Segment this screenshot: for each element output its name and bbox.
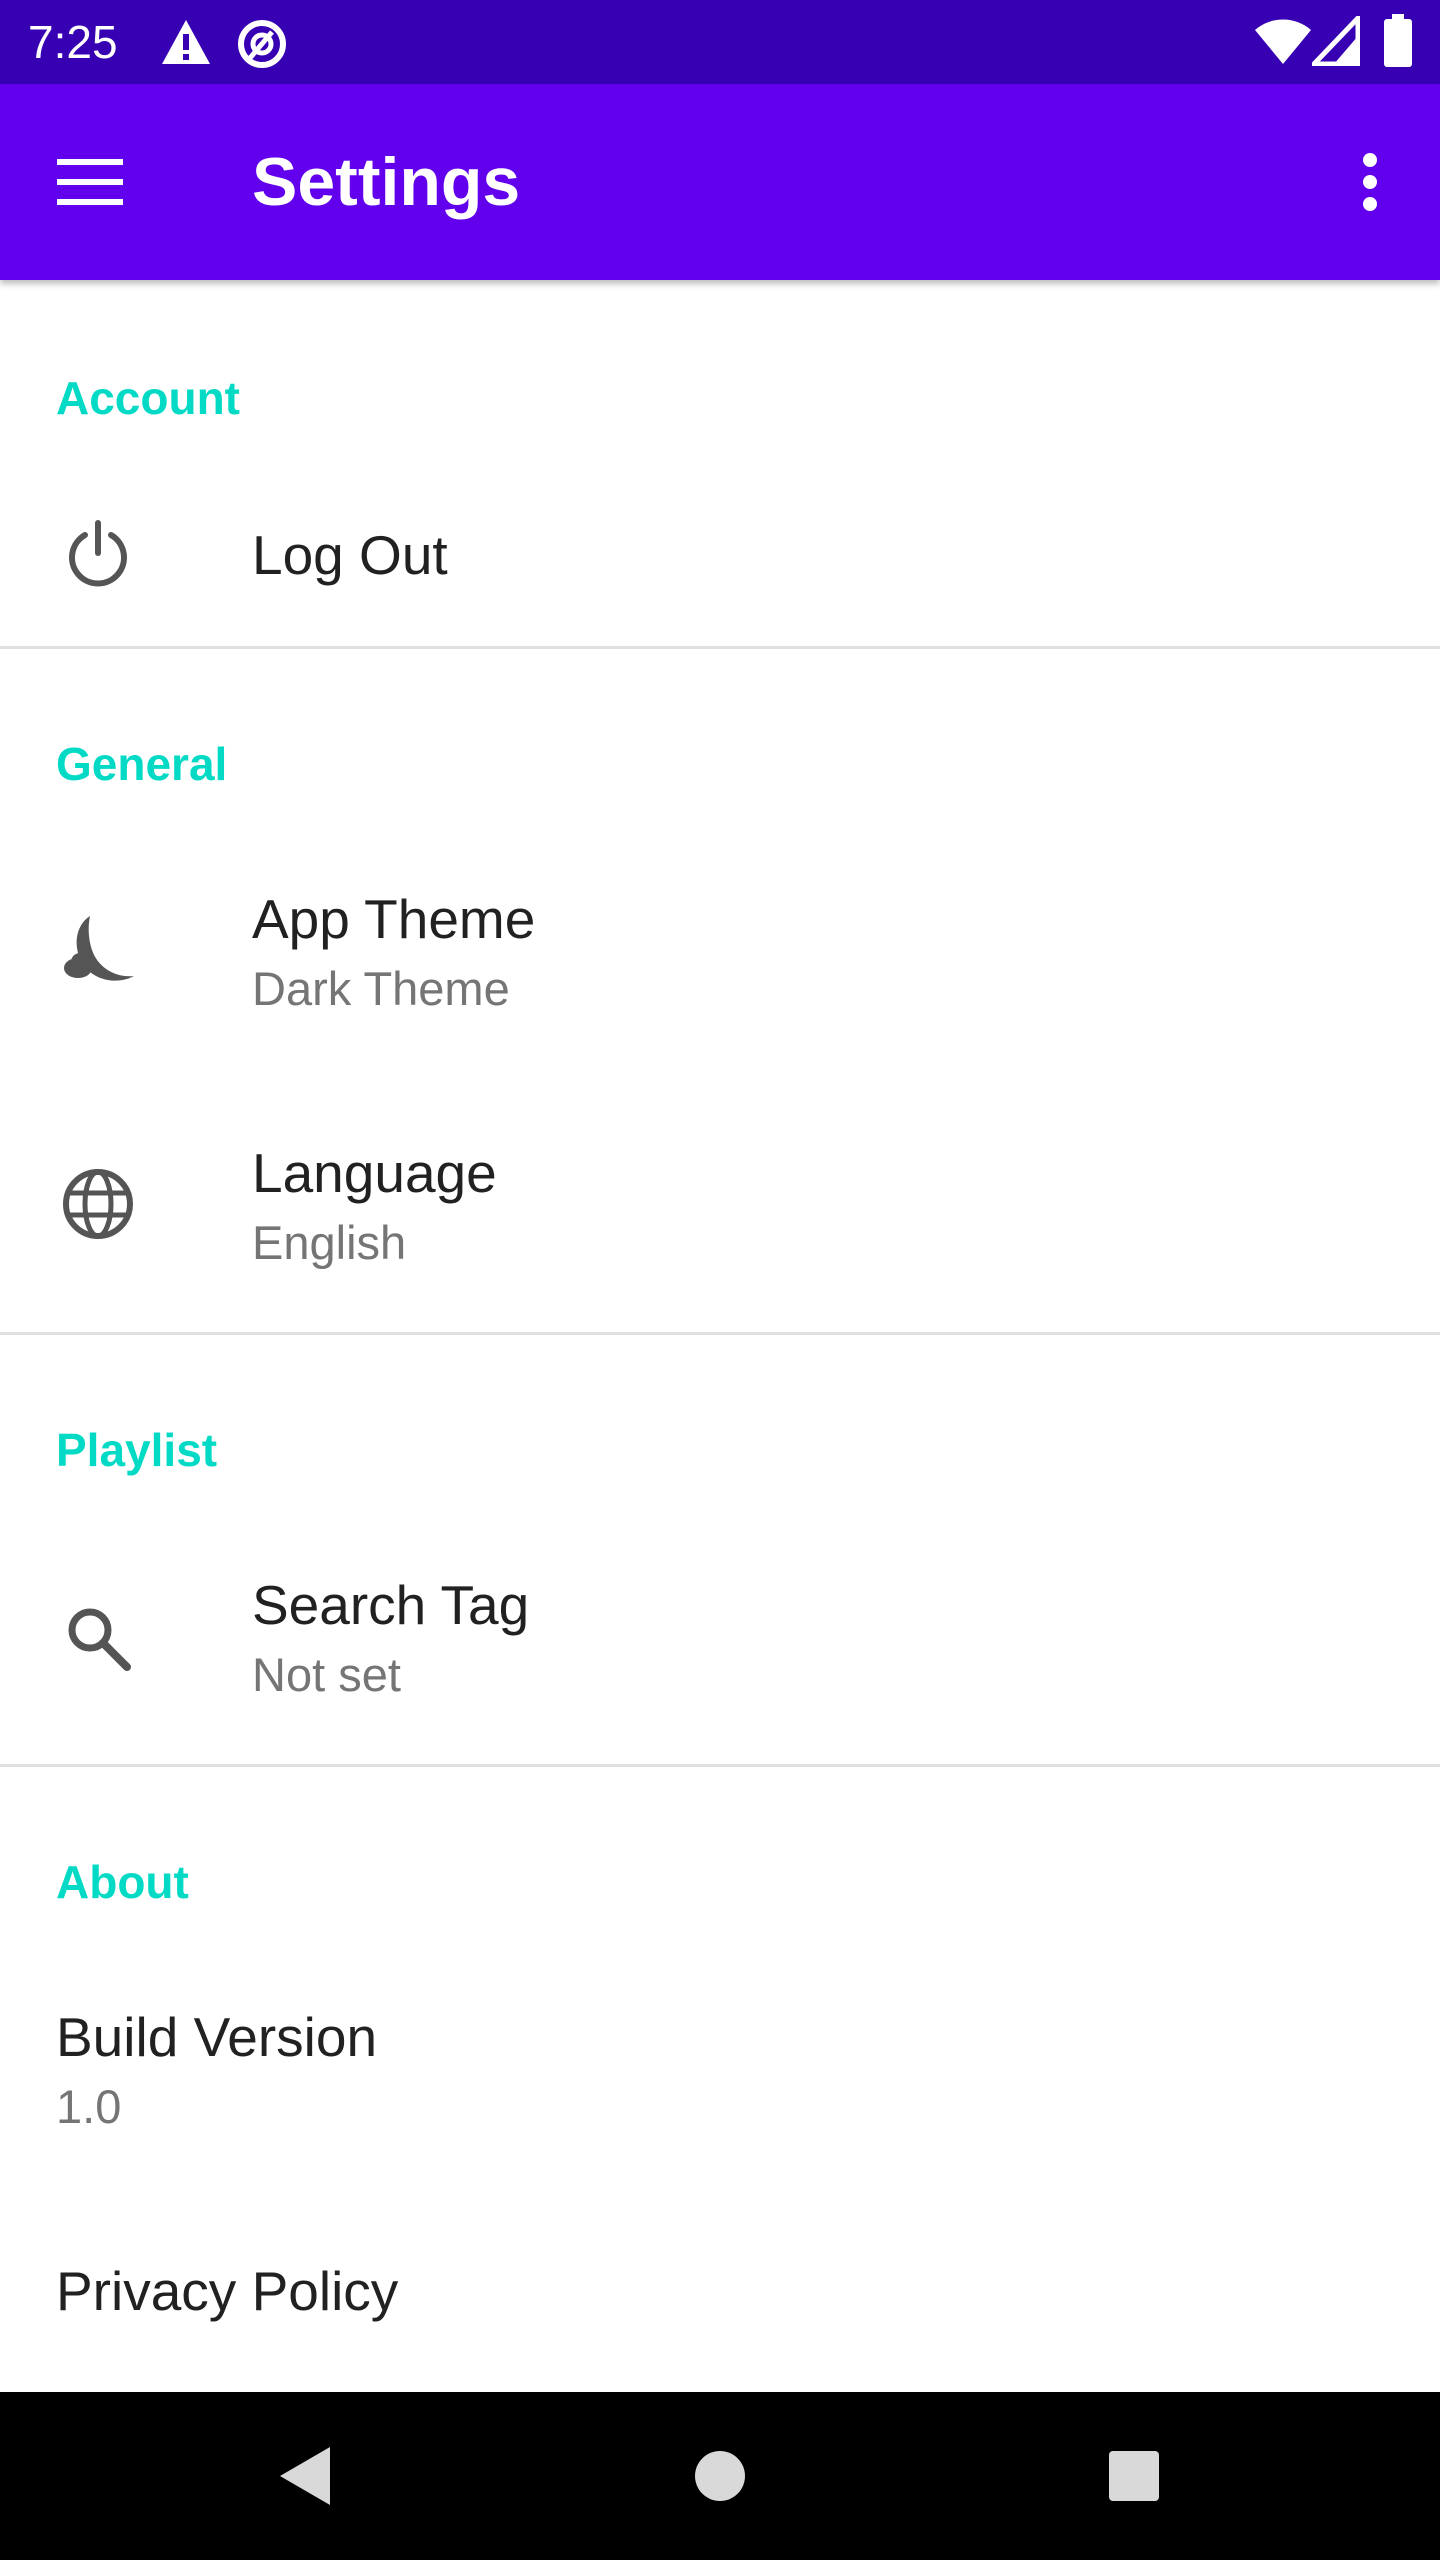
pref-summary-build-version: 1.0 — [56, 2080, 122, 2133]
pref-summary-app-theme: Dark Theme — [252, 962, 510, 1015]
system-nav-bar — [0, 2392, 1440, 2560]
back-icon[interactable] — [262, 2434, 346, 2518]
status-time: 7:25 — [28, 16, 118, 68]
section-header-playlist: Playlist — [56, 1424, 218, 1476]
wifi-icon — [1254, 16, 1312, 71]
pref-title-language: Language — [252, 1142, 497, 1204]
pref-summary-language: English — [252, 1216, 407, 1269]
divider — [0, 1332, 1440, 1335]
home-icon[interactable] — [678, 2434, 762, 2518]
at-sign-icon — [236, 18, 288, 75]
moon-icon — [56, 908, 140, 992]
battery-icon — [1382, 14, 1414, 73]
hamburger-menu-icon[interactable] — [50, 142, 130, 222]
section-header-account: Account — [56, 372, 240, 424]
power-icon — [56, 512, 140, 596]
divider — [0, 1764, 1440, 1767]
pref-app-theme[interactable]: App Theme Dark Theme — [0, 860, 1440, 1052]
more-vert-icon[interactable] — [1330, 142, 1410, 222]
pref-language[interactable]: Language English — [0, 1112, 1440, 1304]
section-header-general: General — [56, 738, 228, 790]
pref-build-version[interactable]: Build Version 1.0 — [0, 1976, 1440, 2168]
page-title: Settings — [252, 144, 521, 220]
pref-title-app-theme: App Theme — [252, 888, 536, 950]
pref-title-search-tag: Search Tag — [252, 1574, 530, 1636]
pref-summary-search-tag: Not set — [252, 1648, 401, 1701]
pref-log-out[interactable]: Log Out — [0, 480, 1440, 648]
pref-privacy-policy[interactable]: Privacy Policy — [0, 2240, 1440, 2390]
pref-search-tag[interactable]: Search Tag Not set — [0, 1544, 1440, 1736]
pref-title-log-out: Log Out — [252, 524, 448, 586]
section-header-about: About — [56, 1856, 189, 1908]
divider — [0, 646, 1440, 649]
signal-icon — [1308, 11, 1361, 71]
globe-icon — [56, 1162, 140, 1246]
search-icon — [56, 1596, 140, 1680]
app-bar: Settings — [0, 84, 1440, 280]
pref-title-build-version: Build Version — [56, 2006, 378, 2068]
status-bar: 7:25 — [0, 0, 1440, 84]
warning-icon — [160, 18, 212, 71]
pref-title-privacy-policy: Privacy Policy — [56, 2260, 399, 2322]
recents-icon[interactable] — [1092, 2434, 1176, 2518]
